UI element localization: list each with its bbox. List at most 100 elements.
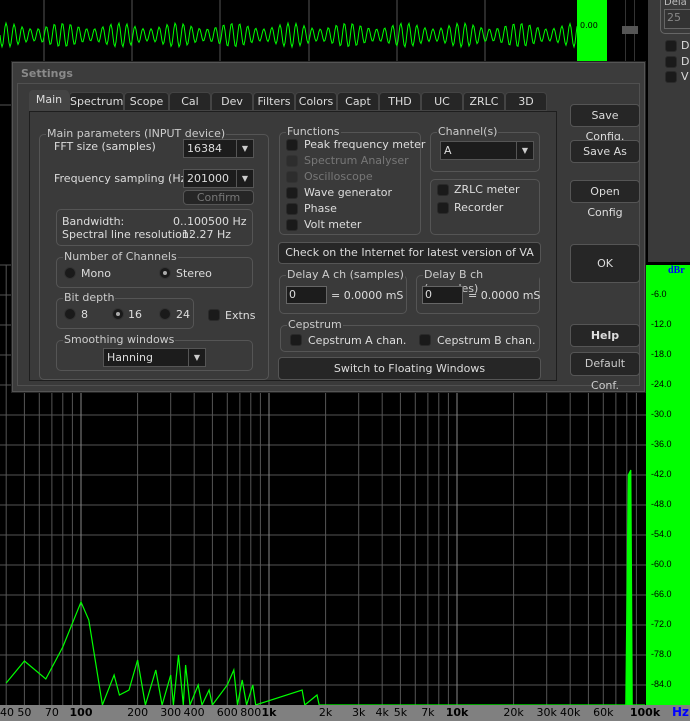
tab-zrlc[interactable]: ZRLC — [463, 92, 505, 111]
y-tick-label: -84.0 — [651, 679, 672, 689]
recorder-label: Recorder — [454, 201, 504, 214]
delay-input[interactable]: 25 — [664, 9, 690, 29]
cepstrum-label: Cepstrum — [287, 318, 343, 332]
function-label: Wave generator — [304, 186, 393, 199]
sampling-select[interactable]: 201000 ▼ — [183, 169, 254, 188]
save-as-button[interactable]: Save As — [570, 140, 640, 163]
cepstrum-b-checkbox[interactable] — [419, 334, 431, 346]
delay-a-input[interactable]: 0 — [286, 286, 327, 304]
function-checkbox — [286, 171, 298, 183]
x-tick-label: 400 — [183, 706, 205, 719]
help-button[interactable]: Help — [570, 324, 640, 347]
y-tick-label: -60.0 — [651, 559, 672, 569]
default-conf-button[interactable]: Default Conf. — [570, 352, 640, 392]
x-tick-label: 70 — [44, 706, 59, 719]
channel-select[interactable]: A ▼ — [440, 141, 534, 160]
y-tick-label: -42.0 — [651, 469, 672, 479]
check-internet-button[interactable]: Check on the Internet for latest version… — [278, 242, 541, 264]
function-checkbox[interactable] — [286, 203, 298, 215]
sampling-label: Frequency sampling (Hz) — [54, 172, 191, 185]
delay-b-result: = 0.0000 mS — [468, 289, 541, 302]
x-tick-label: 300 — [160, 706, 182, 719]
channel-label: Channel(s) — [437, 125, 499, 139]
radio-24bit[interactable] — [159, 308, 171, 320]
scope-slider-thumb[interactable] — [622, 26, 638, 34]
function-checkbox[interactable] — [286, 219, 298, 231]
x-tick-label: 7k — [421, 706, 435, 719]
tab-filters[interactable]: Filters — [253, 92, 295, 111]
confirm-button[interactable]: Confirm — [183, 190, 254, 205]
tab-cal[interactable]: Cal — [169, 92, 211, 111]
checkbox-v-label: V — [681, 70, 689, 83]
tab-capt[interactable]: Capt — [337, 92, 379, 111]
y-tick-label: -66.0 — [651, 589, 672, 599]
delay-a-result: = 0.0000 mS — [331, 289, 404, 302]
cepstrum-a-checkbox[interactable] — [290, 334, 302, 346]
cepstrum-a-label: Cepstrum A chan. — [308, 334, 407, 347]
function-label: Phase — [304, 202, 337, 215]
tab-spectrum[interactable]: Spectrum — [69, 92, 124, 111]
mono-label: Mono — [81, 267, 111, 280]
recorder-checkbox[interactable] — [437, 202, 449, 214]
open-config-button[interactable]: Open Config — [570, 180, 640, 219]
tab-colors[interactable]: Colors — [295, 92, 337, 111]
function-label: Peak frequency meter — [304, 138, 426, 151]
radio-stereo[interactable] — [159, 267, 171, 279]
function-checkbox[interactable] — [286, 187, 298, 199]
y-tick-label: -36.0 — [651, 439, 672, 449]
function-checkbox — [286, 155, 298, 167]
tab-3d[interactable]: 3D — [505, 92, 547, 111]
bit-8-label: 8 — [81, 308, 88, 321]
x-tick-label: 20k — [503, 706, 524, 719]
chevron-down-icon: ▼ — [236, 170, 253, 187]
main-tab-page: Main parameters (INPUT device) FFT size … — [29, 111, 557, 381]
checkbox-v[interactable] — [665, 71, 677, 83]
bit-24-label: 24 — [176, 308, 190, 321]
function-label: Volt meter — [304, 218, 362, 231]
dbr-scale — [646, 265, 690, 705]
x-tick-label: 800 — [240, 706, 262, 719]
x-tick-label: 2k — [318, 706, 333, 719]
smoothing-select[interactable]: Hanning ▼ — [103, 348, 206, 367]
x-unit-label: Hz — [672, 705, 690, 719]
checkbox-d2-label: D — [681, 55, 690, 68]
y-tick-label: -78.0 — [651, 649, 672, 659]
smoothing-label: Smoothing windows — [63, 333, 176, 347]
tab-main[interactable]: Main — [29, 90, 69, 111]
x-tick-label: 4k — [375, 706, 389, 719]
x-axis-bar — [0, 705, 690, 721]
checkbox-d1-label: D — [681, 39, 690, 52]
fft-size-select[interactable]: 16384 ▼ — [183, 139, 254, 158]
x-tick-label: 100k — [629, 706, 661, 719]
function-checkbox[interactable] — [286, 139, 298, 151]
tab-uc[interactable]: UC — [421, 92, 463, 111]
radio-16bit[interactable] — [112, 308, 124, 320]
switch-floating-button[interactable]: Switch to Floating Windows — [278, 357, 541, 380]
x-tick-label: 3k — [352, 706, 366, 719]
radio-mono[interactable] — [64, 267, 76, 279]
tab-thd[interactable]: THD — [379, 92, 421, 111]
y-tick-label: -30.0 — [651, 409, 672, 419]
function-label: Oscilloscope — [304, 170, 373, 183]
zrlc-checkbox[interactable] — [437, 184, 449, 196]
chevron-down-icon: ▼ — [236, 140, 253, 157]
x-tick-label: 60k — [593, 706, 614, 719]
y-tick-label: -72.0 — [651, 619, 672, 629]
x-tick-label: 200 — [127, 706, 149, 719]
delay-b-input[interactable]: 0 — [422, 286, 463, 304]
bandwidth-label: Bandwidth: — [62, 215, 125, 228]
channels-label: Number of Channels — [63, 250, 178, 264]
tab-scope[interactable]: Scope — [124, 92, 169, 111]
y-tick-label: -48.0 — [651, 499, 672, 509]
chevron-down-icon: ▼ — [516, 142, 533, 159]
resolution-value: 12.27 Hz — [182, 228, 232, 241]
right-panel: Dela 25 D D V — [648, 0, 690, 262]
tab-dev[interactable]: Dev — [211, 92, 253, 111]
checkbox-d2[interactable] — [665, 56, 677, 68]
radio-8bit[interactable] — [64, 308, 76, 320]
save-config-button[interactable]: Save Config. — [570, 104, 640, 143]
ok-button[interactable]: OK — [570, 244, 640, 283]
checkbox-d1[interactable] — [665, 40, 677, 52]
extns-checkbox[interactable] — [208, 309, 220, 321]
cepstrum-b-label: Cepstrum B chan. — [437, 334, 536, 347]
